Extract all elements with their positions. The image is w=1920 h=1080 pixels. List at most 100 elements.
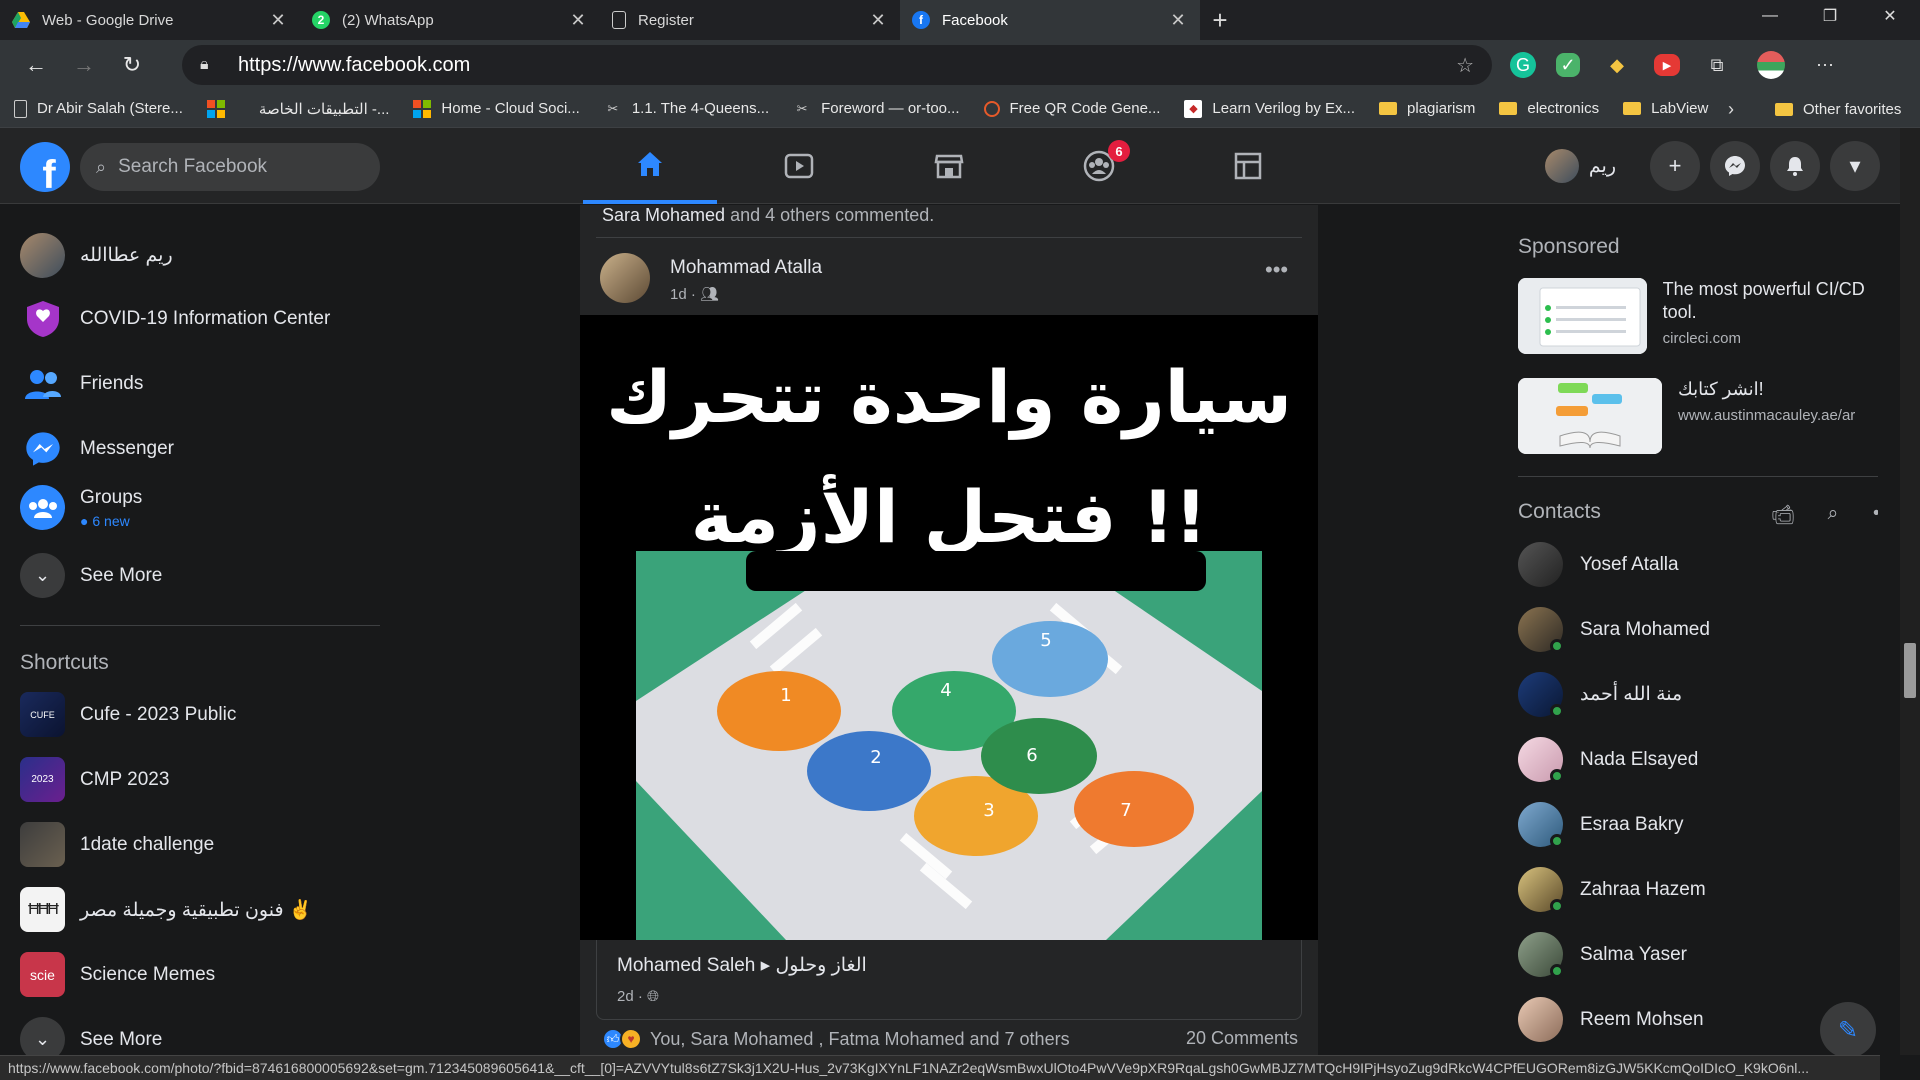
car-1: 1 (717, 671, 841, 751)
bookmark-item[interactable]: Home - Cloud Soci... (413, 99, 580, 118)
commenters-summary[interactable]: Sara Mohamed and 4 others commented. (602, 205, 934, 226)
comments-count[interactable]: 20 Comments (1186, 1028, 1298, 1049)
sidebar-item-text: Groups ● 6 new (80, 487, 142, 529)
close-icon[interactable]: ✕ (268, 10, 288, 31)
profile-chip[interactable]: ريم (1544, 149, 1616, 183)
favorite-star-icon[interactable]: ☆ (1456, 53, 1474, 78)
create-button[interactable]: + (1650, 141, 1700, 191)
commenters-rest: and 4 others commented. (730, 205, 935, 225)
covid-shield-icon (20, 296, 65, 341)
sidebar-see-more[interactable]: ⌄ See More (20, 553, 162, 598)
bookmark-item[interactable]: Free QR Code Gene... (983, 100, 1160, 117)
shared-time[interactable]: 2d · (617, 988, 643, 1005)
sponsored-ad[interactable]: The most powerful CI/CD tool. circleci.c… (1518, 278, 1878, 354)
shortcut-item[interactable]: 1date challenge (20, 822, 214, 867)
more-options-icon[interactable]: ••• (1858, 503, 1878, 527)
bookmark-item[interactable]: ✂ 1.1. The 4-Queens... (604, 100, 769, 118)
more-menu-icon[interactable]: ⋯ (1808, 48, 1842, 82)
refresh-icon[interactable]: ↻ (108, 45, 156, 85)
notifications-button[interactable] (1770, 141, 1820, 191)
contact-name: Esraa Bakry (1580, 813, 1684, 835)
video-extension-icon[interactable]: ▶ (1654, 54, 1680, 76)
shortcut-item[interactable]: scie Science Memes (20, 952, 215, 997)
post-image[interactable]: سيارة واحدة تتحرك فتحل الأزمة !! 1 2 3 4… (580, 315, 1318, 940)
messenger-button[interactable] (1710, 141, 1760, 191)
tab-gaming[interactable] (1181, 128, 1315, 204)
contact-item[interactable]: منة الله أحمد (1518, 672, 1682, 718)
collections-icon[interactable]: ⧉ (1700, 48, 1734, 82)
sponsored-ad[interactable]: انشر كتابك! www.austinmacauley.ae/ar (1518, 378, 1878, 454)
sidebar-item-friends[interactable]: Friends (20, 361, 143, 406)
chevron-right-icon[interactable]: › (1728, 90, 1734, 128)
contact-item[interactable]: Yosef Atalla (1518, 542, 1679, 587)
contact-item[interactable]: Esraa Bakry (1518, 802, 1684, 848)
extension-icon[interactable]: ✓ (1556, 53, 1580, 77)
commenter-name[interactable]: Sara Mohamed (602, 205, 725, 225)
tab-whatsapp[interactable]: 2 (2) WhatsApp ✕ (300, 0, 600, 40)
contact-item[interactable]: Zahraa Hazem (1518, 867, 1706, 913)
bookmark-item[interactable] (206, 99, 235, 118)
folder-icon (1623, 102, 1642, 115)
address-bar[interactable]: 🔒︎ https://www.facebook.com ☆ (182, 45, 1492, 85)
facebook-logo[interactable]: f (20, 142, 70, 192)
tab-marketplace[interactable] (882, 128, 1016, 204)
search-icon[interactable]: ⌕ (1808, 503, 1858, 527)
contact-item[interactable]: Sara Mohamed (1518, 607, 1710, 653)
more-options-icon[interactable]: ••• (1265, 257, 1288, 283)
bookmark-item[interactable]: ✂ Foreword — or-too... (793, 100, 960, 118)
new-message-button[interactable]: ✎ (1820, 1002, 1876, 1058)
shared-from[interactable]: Mohamed Saleh ▸ الغاز وحلول (617, 954, 867, 977)
shortcut-item[interactable]: 2023 CMP 2023 (20, 757, 169, 802)
contact-item[interactable]: Salma Yaser (1518, 932, 1687, 978)
tab-facebook[interactable]: f Facebook ✕ (900, 0, 1200, 40)
back-icon[interactable]: ← (12, 45, 60, 85)
account-menu-button[interactable]: ▾ (1830, 141, 1880, 191)
search-input[interactable]: ⌕ Search Facebook (80, 143, 380, 191)
bookmark-folder[interactable]: plagiarism (1379, 100, 1475, 117)
grammarly-icon[interactable]: G (1510, 52, 1536, 78)
tab-watch[interactable] (732, 128, 866, 204)
shortcut-item[interactable]: CUFE Cufe - 2023 Public (20, 692, 236, 737)
contact-item[interactable]: Nada Elsayed (1518, 737, 1698, 783)
restore-icon[interactable]: ❐ (1800, 0, 1860, 32)
tab-google-drive[interactable]: Web - Google Drive ✕ (0, 0, 300, 40)
tab-home[interactable] (583, 128, 717, 204)
contact-item[interactable]: Reem Mohsen (1518, 997, 1704, 1042)
bookmark-folder[interactable]: LabView (1623, 100, 1708, 117)
video-call-icon[interactable]: 📹︎ (1758, 503, 1808, 527)
reactions-summary[interactable]: 👍︎ ♥ You, Sara Mohamed , Fatma Mohamed a… (602, 1028, 1070, 1050)
post-author[interactable]: Mohammad Atalla (670, 257, 822, 279)
google-drive-icon (12, 11, 30, 29)
color-picker-icon[interactable]: ◆ (1600, 48, 1634, 82)
sidebar-item-covid[interactable]: COVID-19 Information Center (20, 296, 330, 341)
sidebar-item-messenger[interactable]: Messenger (20, 426, 174, 471)
bookmark-label: LabView (1651, 100, 1709, 117)
post-time[interactable]: 1d · (670, 286, 696, 303)
sidebar-item-profile[interactable]: ريم عطاالله (20, 233, 173, 278)
forward-icon[interactable]: → (60, 45, 108, 85)
new-tab-button[interactable]: + (1200, 0, 1240, 40)
close-icon[interactable]: ✕ (868, 10, 888, 31)
sidebar-item-groups[interactable]: Groups ● 6 new (20, 485, 142, 530)
other-favorites[interactable]: Other favorites (1775, 90, 1901, 128)
close-window-icon[interactable]: ✕ (1860, 0, 1920, 32)
shortcut-item[interactable]: ĦĦĦ فنون تطبيقية وجميلة مصر ✌️ (20, 887, 312, 932)
close-icon[interactable]: ✕ (1168, 10, 1188, 31)
shared-attribution[interactable]: Mohamed Saleh ▸ الغاز وحلول 2d · 🌐︎ (596, 940, 1302, 1020)
scrollbar-thumb[interactable] (1904, 643, 1916, 698)
bookmark-item[interactable]: Dr Abir Salah (Stere... (14, 99, 183, 118)
avatar[interactable] (600, 253, 650, 303)
minimize-icon[interactable]: — (1740, 0, 1800, 32)
close-icon[interactable]: ✕ (568, 10, 588, 31)
page-scrollbar[interactable] (1900, 128, 1920, 1055)
tab-register[interactable]: Register ✕ (600, 0, 900, 40)
tab-groups[interactable]: 6 (1032, 128, 1166, 204)
bookmark-item[interactable]: التطبيقات الخاصة -... (259, 100, 390, 118)
bookmark-item[interactable]: ◆ Learn Verilog by Ex... (1184, 99, 1355, 118)
bookmark-folder[interactable]: electronics (1499, 100, 1599, 117)
profile-avatar-icon[interactable] (1754, 48, 1788, 82)
shortcuts-see-more[interactable]: ⌄ See More (20, 1017, 162, 1055)
group-thumbnail: scie (20, 952, 65, 997)
caret-down-icon: ▾ (1849, 153, 1861, 178)
shortcut-label: 1date challenge (80, 833, 215, 855)
